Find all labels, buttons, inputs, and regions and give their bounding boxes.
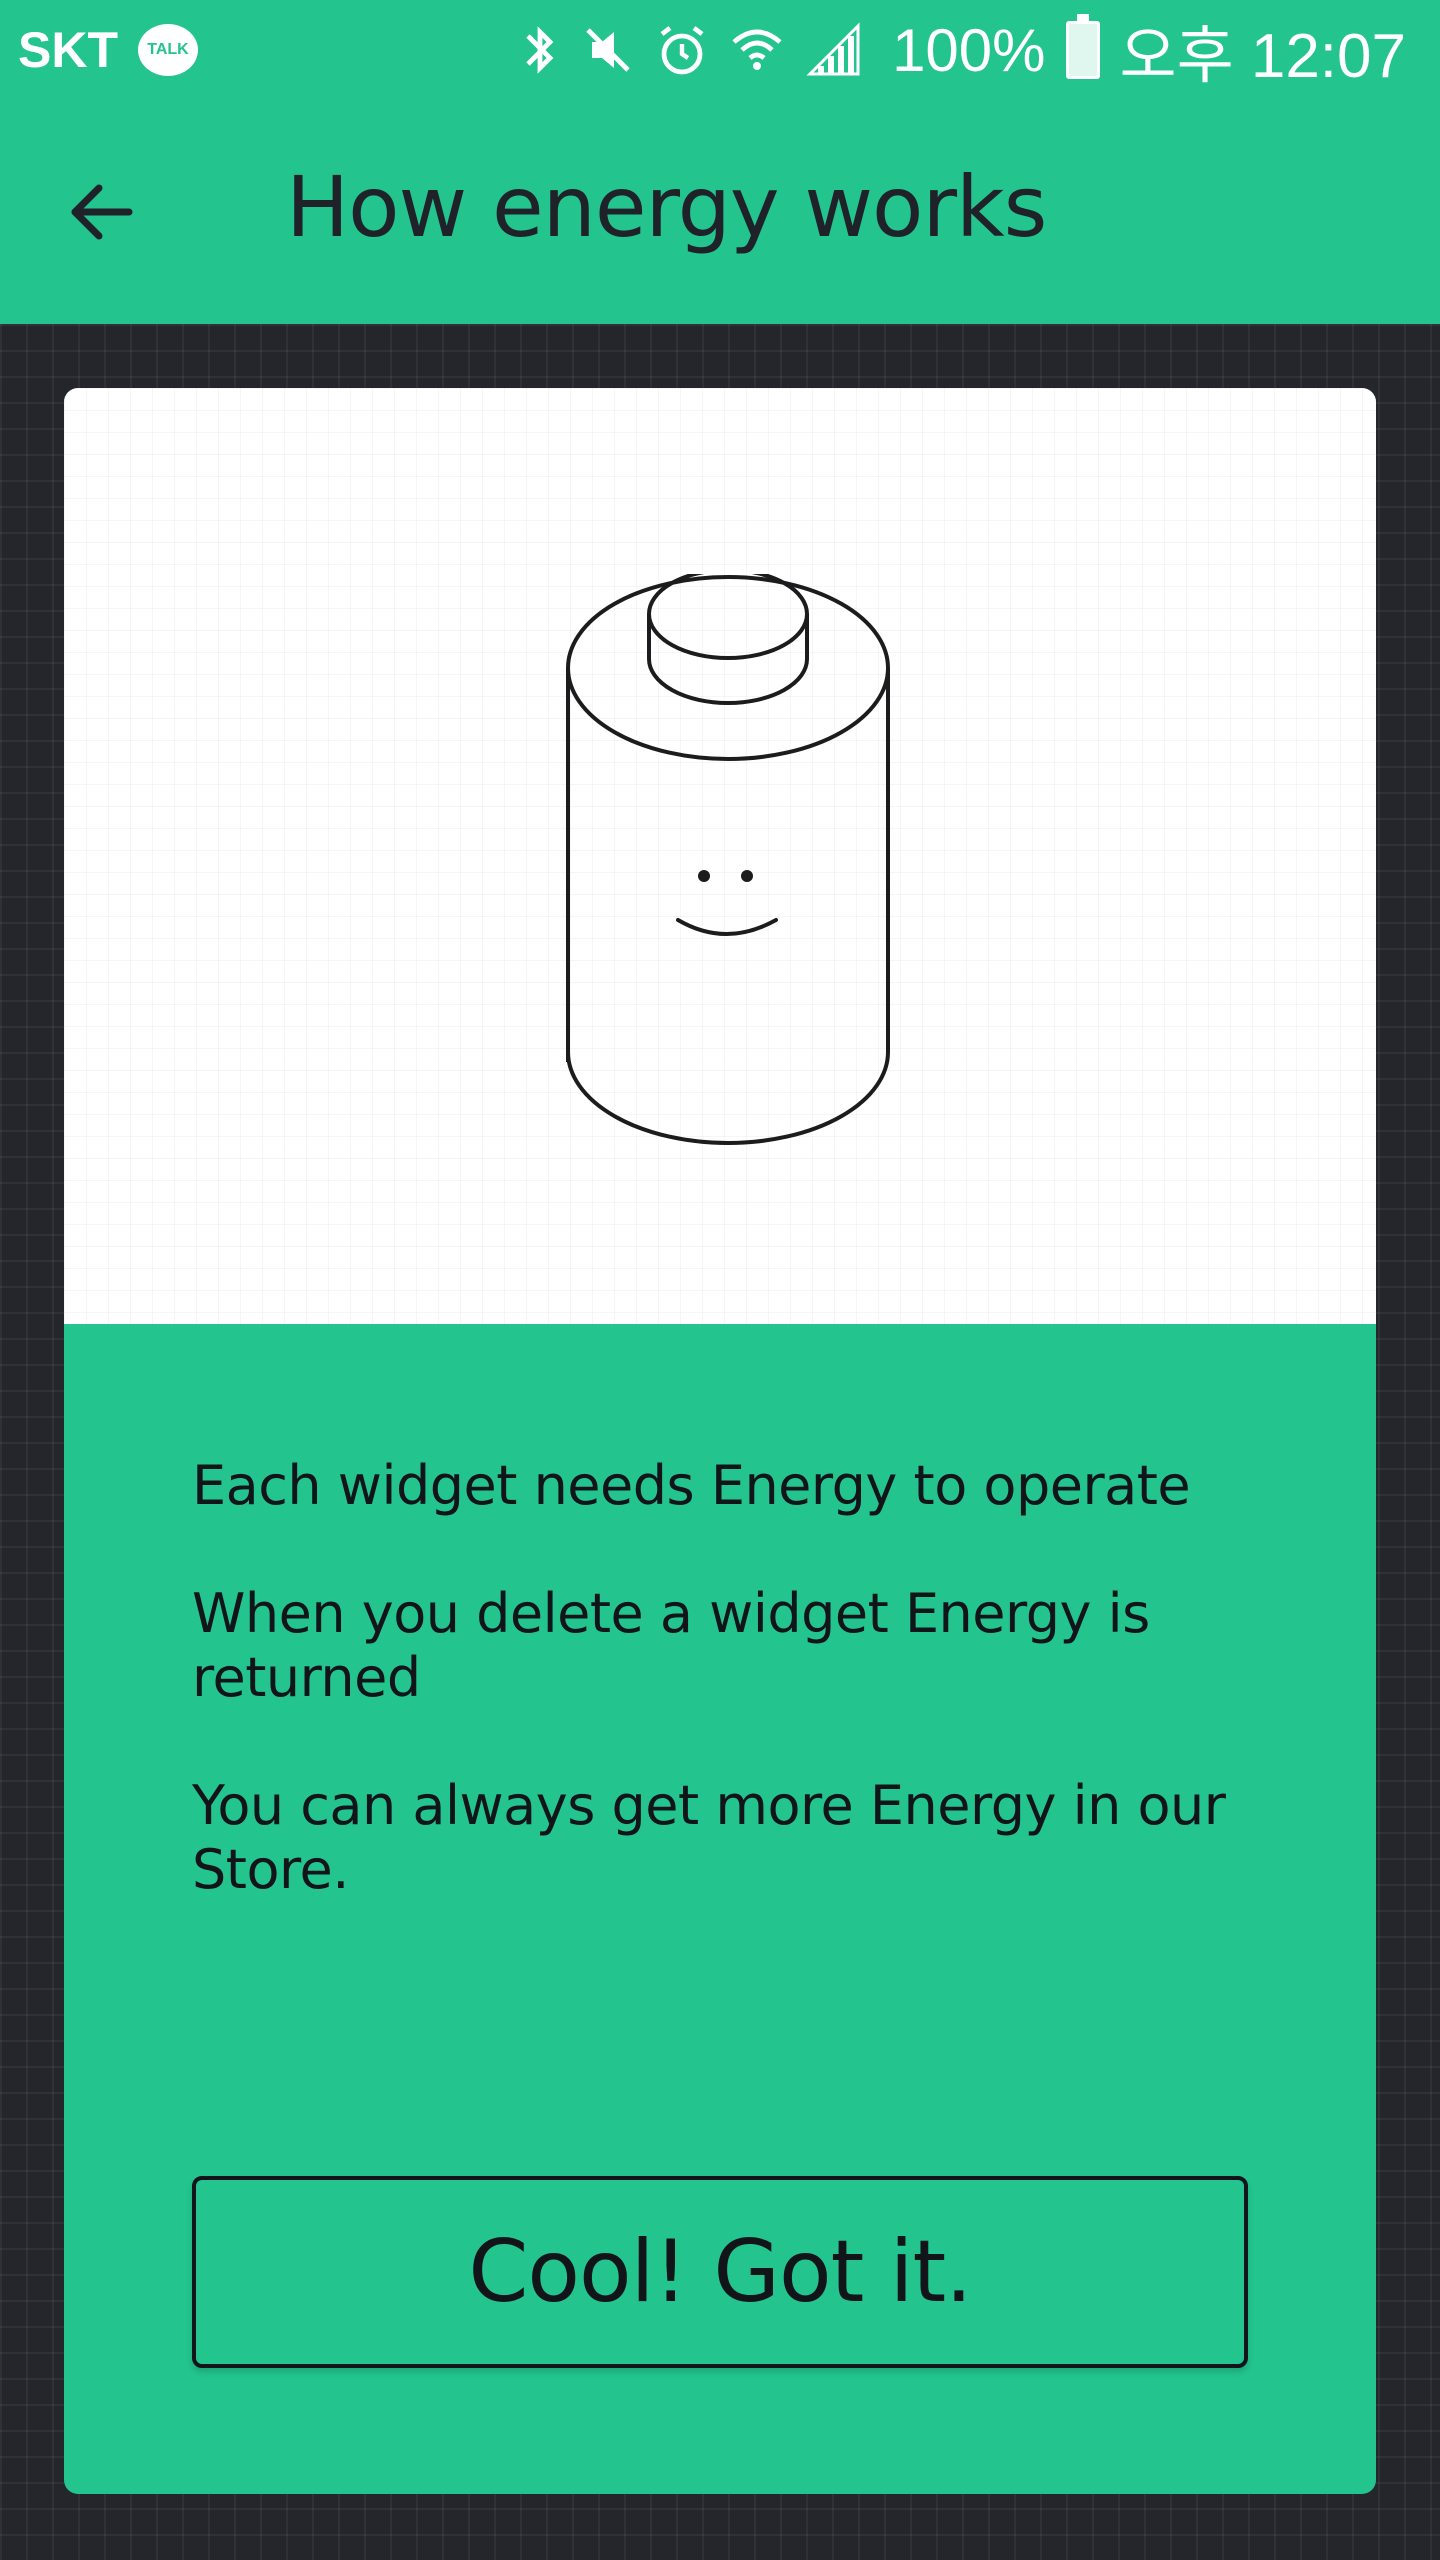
battery-mascot-icon: [566, 574, 890, 1145]
status-right: 100% 오후 12:07: [520, 5, 1406, 95]
mute-icon: [586, 28, 630, 72]
page-title: How energy works: [286, 158, 1047, 256]
alarm-icon: [660, 26, 704, 75]
illustration-panel: [64, 388, 1376, 1324]
got-it-button[interactable]: Cool! Got it.: [192, 2176, 1248, 2368]
wifi-icon: [732, 29, 782, 70]
signal-icon: [806, 22, 860, 76]
back-button[interactable]: [52, 164, 148, 260]
info-text: Each widget needs Energy to operate When…: [192, 1454, 1252, 1966]
info-line-widget-needs: Each widget needs Energy to operate: [192, 1454, 1191, 1517]
status-left: SKT TALK: [18, 21, 198, 79]
energy-info-card: Each widget needs Energy to operate When…: [64, 388, 1376, 2494]
app-bar: How energy works: [0, 100, 1440, 324]
status-icons: [520, 22, 862, 78]
battery-icon: [1065, 14, 1100, 79]
clock: 오후 12:07: [1119, 22, 1406, 91]
status-bar: SKT TALK 100% 오후 12:07: [0, 0, 1440, 100]
got-it-label: Cool! Got it.: [468, 2222, 972, 2322]
talk-icon: TALK: [138, 24, 198, 76]
info-line-delete-returns: When you delete a widget Energy is retur…: [192, 1582, 1150, 1709]
bluetooth-icon: [526, 26, 554, 74]
battery-percent: 100%: [892, 16, 1046, 84]
carrier-label: SKT: [18, 22, 118, 78]
info-line-store: You can always get more Energy in our St…: [192, 1774, 1226, 1901]
arrow-left-icon: [71, 184, 133, 240]
